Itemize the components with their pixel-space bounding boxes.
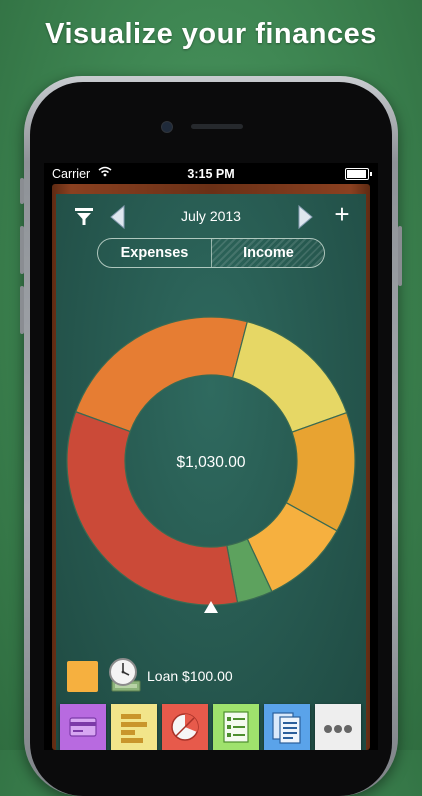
promo-headline: Visualize your finances xyxy=(45,18,377,50)
volume-up-button xyxy=(20,226,24,274)
phone-screen: Carrier 3:15 PM July 2013 + Expenses Inc… xyxy=(44,163,378,750)
income-donut-chart[interactable] xyxy=(56,194,366,750)
toolbar-pie-button[interactable] xyxy=(162,704,208,750)
status-time: 3:15 PM xyxy=(187,167,235,181)
volume-down-button xyxy=(20,286,24,334)
card-icon xyxy=(69,717,97,737)
chart-total: $1,030.00 xyxy=(176,454,246,471)
toolbar-list-button[interactable] xyxy=(213,704,259,750)
donut-segment-6[interactable] xyxy=(66,410,239,606)
power-button xyxy=(398,226,402,286)
toolbar-documents-button[interactable] xyxy=(264,704,310,750)
speaker-grille xyxy=(191,124,243,129)
mute-switch xyxy=(20,178,24,204)
clock-money-icon xyxy=(109,658,141,692)
donut-segment-1[interactable] xyxy=(74,316,249,433)
toolbar-more-button[interactable] xyxy=(315,704,361,750)
toolbar-accounts-button[interactable] xyxy=(60,704,106,750)
bar-chart-icon xyxy=(121,714,147,743)
more-icon xyxy=(324,725,352,733)
legend-label: Loan $100.00 xyxy=(147,668,233,684)
checklist-icon xyxy=(223,711,249,743)
chalkboard-panel: July 2013 + Expenses Income $1,030.00 Lo… xyxy=(56,194,366,750)
battery-icon xyxy=(345,168,372,180)
legend-color-swatch xyxy=(67,661,98,692)
camera-icon xyxy=(161,121,173,133)
status-bar: Carrier 3:15 PM xyxy=(44,163,378,184)
documents-icon xyxy=(272,712,301,744)
pie-chart-icon xyxy=(171,713,199,741)
selection-pointer-icon xyxy=(204,601,218,613)
donut-segment-2[interactable] xyxy=(231,320,348,433)
toolbar-bars-button[interactable] xyxy=(111,704,157,750)
